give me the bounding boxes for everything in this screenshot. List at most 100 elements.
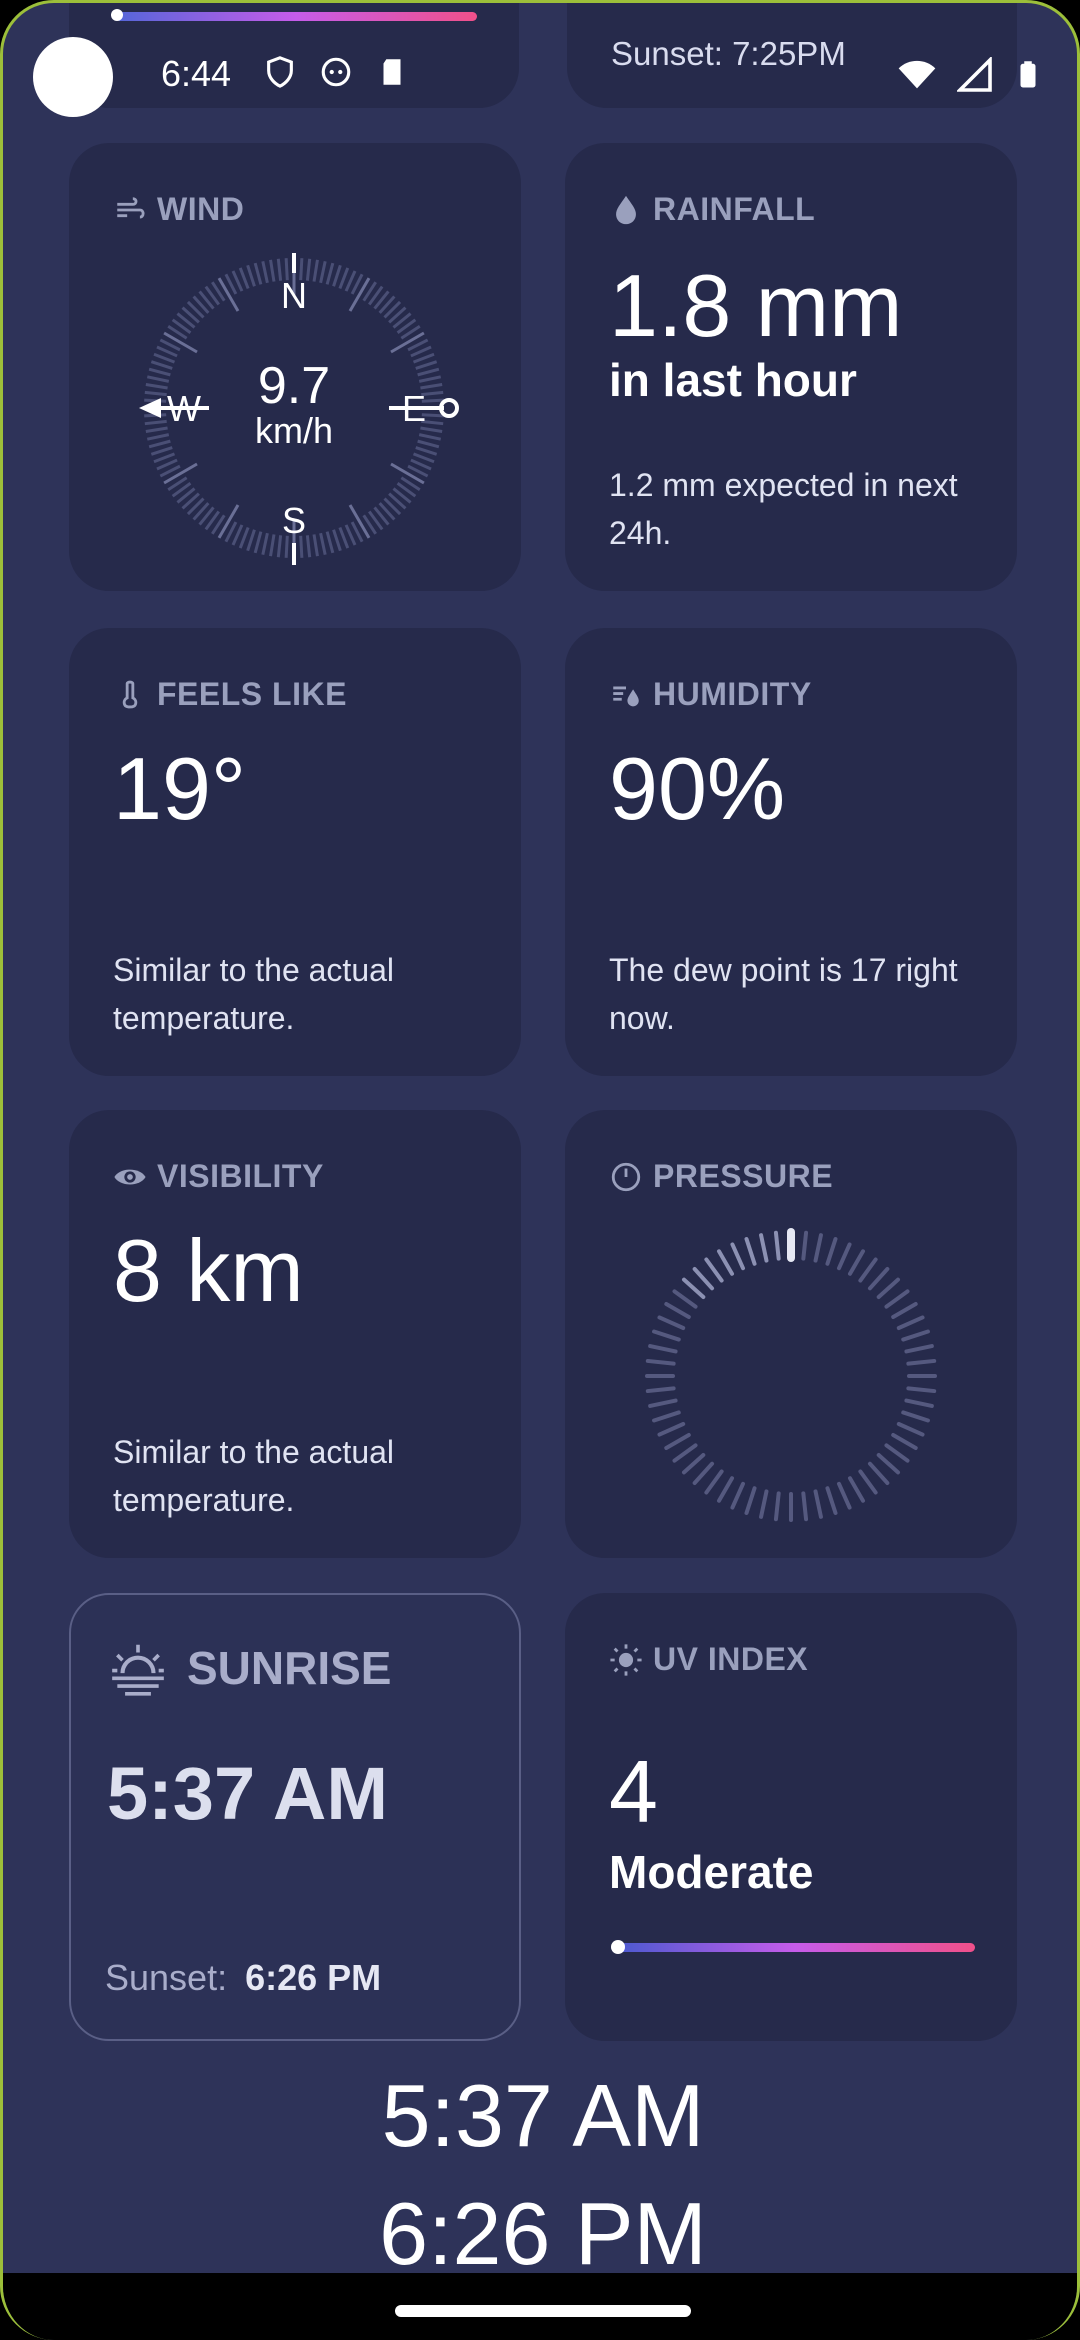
pressure-tick bbox=[836, 1242, 852, 1271]
pressure-title: PRESSURE bbox=[653, 1158, 834, 1194]
compass-tick bbox=[325, 531, 335, 554]
sunrise-time: 5:37 AM bbox=[107, 1752, 389, 1835]
wind-icon bbox=[117, 196, 145, 218]
compass-tick bbox=[150, 446, 173, 456]
visibility-value: 8 km bbox=[113, 1221, 304, 1320]
pressure-tick bbox=[848, 1476, 865, 1503]
rainfall-period: in last hour bbox=[609, 354, 857, 406]
pressure-tick bbox=[672, 1443, 698, 1463]
compass-tick bbox=[312, 534, 319, 557]
wind-compass: N S W E 9.7 km/h bbox=[139, 253, 459, 565]
feels-like-title: FEELS LIKE bbox=[157, 676, 347, 712]
uv-index-card[interactable]: UV INDEX 4 Moderate bbox=[565, 1593, 1017, 2041]
compass-tick bbox=[246, 264, 256, 287]
compass-tick bbox=[418, 433, 442, 441]
wifi-icon bbox=[897, 55, 937, 100]
compass-tick bbox=[153, 352, 176, 364]
feels-like-card-header: FEELS LIKE bbox=[113, 676, 347, 713]
sunrise-icon bbox=[112, 1644, 164, 1696]
pressure-tick bbox=[896, 1421, 925, 1437]
compass-tick bbox=[412, 452, 435, 464]
sunrise-card-header: SUNRISE bbox=[107, 1637, 391, 1699]
visibility-card-header: VISIBILITY bbox=[113, 1158, 324, 1195]
face-icon bbox=[319, 55, 353, 89]
compass-tick bbox=[412, 352, 435, 364]
humidity-title: HUMIDITY bbox=[653, 676, 812, 712]
uv-value: 4 bbox=[609, 1742, 658, 1841]
pressure-tick bbox=[901, 1410, 930, 1423]
compass-tick bbox=[238, 267, 250, 290]
uv-title: UV INDEX bbox=[653, 1641, 809, 1677]
uv-scale-bar bbox=[615, 1943, 975, 1952]
compass-tick bbox=[319, 260, 327, 284]
compass-tick bbox=[145, 426, 168, 433]
shield-icon bbox=[263, 55, 297, 89]
pressure-tick bbox=[704, 1257, 724, 1283]
visibility-description: Similar to the actual temperature. bbox=[113, 1434, 395, 1518]
compass-tick bbox=[269, 259, 276, 282]
compass-tick bbox=[415, 360, 438, 370]
visibility-title: VISIBILITY bbox=[157, 1158, 324, 1194]
bottom-sunset-time: 6:26 PM bbox=[379, 2184, 707, 2283]
compass-tick bbox=[325, 262, 335, 285]
compass-tick bbox=[146, 433, 170, 441]
compass-e: E bbox=[402, 388, 426, 429]
compass-tick bbox=[246, 529, 256, 552]
pressure-tick bbox=[884, 1289, 910, 1309]
bottom-sunrise-time: 5:37 AM bbox=[381, 2066, 705, 2165]
humidity-value: 90% bbox=[609, 739, 786, 838]
home-gesture-handle[interactable] bbox=[395, 2305, 691, 2317]
pressure-tick bbox=[901, 1329, 930, 1342]
pressure-tick bbox=[664, 1433, 691, 1450]
wind-card[interactable]: WIND N S W E 9.7 km/h bbox=[69, 143, 521, 591]
pressure-tick bbox=[759, 1233, 769, 1263]
pressure-tick bbox=[773, 1230, 781, 1261]
sunrise-card[interactable]: SUNRISE 5:37 AM Sunset: 6:26 PM bbox=[69, 1593, 521, 2041]
feels-like-card[interactable]: FEELS LIKE 19° Similar to the actual tem… bbox=[69, 628, 521, 1076]
pressure-tick bbox=[645, 1358, 676, 1366]
compass-tick bbox=[253, 531, 263, 554]
pressure-card-header: PRESSURE bbox=[609, 1158, 833, 1195]
compass-tick bbox=[145, 383, 168, 390]
pressure-tick bbox=[906, 1386, 937, 1394]
pressure-tick bbox=[904, 1398, 934, 1408]
humidity-card-header: HUMIDITY bbox=[609, 676, 812, 713]
sunrise-title: SUNRISE bbox=[187, 1642, 392, 1694]
pressure-tick bbox=[825, 1486, 838, 1515]
pressure-tick bbox=[813, 1233, 823, 1263]
compass-tick bbox=[305, 535, 312, 558]
compass-tick bbox=[148, 367, 171, 377]
humidity-card[interactable]: HUMIDITY 90% The dew point is 17 right n… bbox=[565, 628, 1017, 1076]
compass-tick bbox=[144, 419, 167, 426]
pressure-tick bbox=[717, 1476, 734, 1503]
compass-tick bbox=[312, 259, 319, 282]
wind-title: WIND bbox=[157, 191, 245, 227]
compass-tick bbox=[261, 260, 269, 284]
pressure-card[interactable]: PRESSURE bbox=[565, 1110, 1017, 1558]
feels-like-value: 19° bbox=[113, 739, 247, 838]
status-bar: 6:44 bbox=[3, 3, 1077, 143]
pressure-tick bbox=[759, 1489, 769, 1519]
weather-screen: Sunset: 7:25PM 6:44 WIND N S W E 9.7 km/… bbox=[0, 0, 1080, 2340]
uv-scale-marker bbox=[611, 1940, 625, 1954]
compass-tick bbox=[338, 267, 350, 290]
humidity-description: The dew point is 17 right now. bbox=[609, 952, 958, 1036]
pressure-tick bbox=[744, 1486, 757, 1515]
raindrop-icon bbox=[616, 195, 636, 224]
pressure-tick bbox=[681, 1277, 706, 1300]
pressure-gauge bbox=[645, 1228, 937, 1522]
compass-tick bbox=[153, 452, 176, 464]
visibility-card[interactable]: VISIBILITY 8 km Similar to the actual te… bbox=[69, 1110, 521, 1558]
pressure-tick bbox=[652, 1329, 681, 1342]
eye-icon bbox=[114, 1169, 146, 1184]
rainfall-title: RAINFALL bbox=[653, 191, 816, 227]
pressure-tick bbox=[801, 1230, 809, 1261]
compass-tick bbox=[417, 367, 440, 377]
pressure-tick bbox=[773, 1491, 781, 1522]
rainfall-value: 1.8 mm bbox=[609, 256, 903, 355]
rainfall-card[interactable]: RAINFALL 1.8 mm in last hour 1.2 mm expe… bbox=[565, 143, 1017, 591]
feels-like-description: Similar to the actual temperature. bbox=[113, 952, 395, 1036]
compass-tick bbox=[238, 526, 250, 549]
compass-tick bbox=[269, 534, 276, 557]
compass-tick bbox=[417, 439, 440, 449]
